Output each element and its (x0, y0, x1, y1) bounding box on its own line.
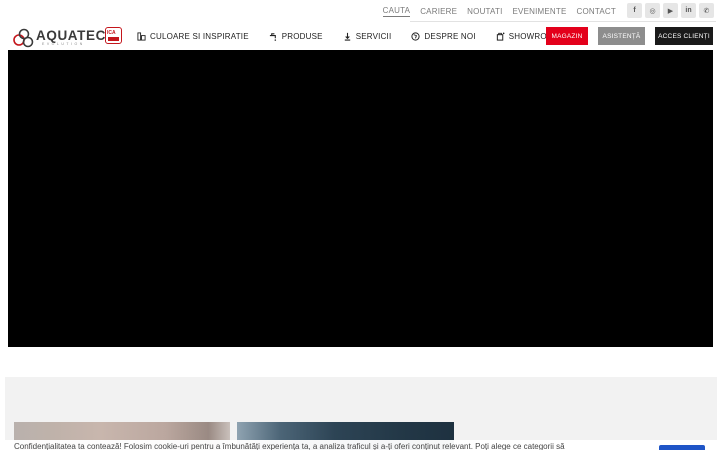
cookie-banner: Confidențialitatea ta contează! Folosim … (0, 440, 720, 450)
top-link-evenimente[interactable]: EVENIMENTE (513, 7, 567, 16)
magazin-button[interactable]: MAGAZIN (546, 27, 588, 45)
menu-item-produse[interactable]: PRODUSE (269, 23, 323, 50)
menu-label: PRODUSE (281, 32, 323, 41)
menu-item-despre-noi[interactable]: DESPRE NOI (411, 23, 476, 50)
cookie-accept-button[interactable] (659, 445, 705, 450)
social-links: f ◎ ▶ in ✆ (627, 3, 714, 18)
top-links: CAUTA CARIERE NOUTATI EVENIMENTE CONTACT (382, 0, 616, 22)
main-navbar: AQUATEC EVOLUTION ICA CULOARE SI INSPIRA… (0, 23, 720, 50)
acces-clienti-button[interactable]: ACCES CLIENȚI (655, 27, 713, 45)
facebook-icon[interactable]: f (627, 3, 642, 18)
top-utility-bar: CAUTA CARIERE NOUTATI EVENIMENTE CONTACT… (0, 0, 720, 22)
instagram-icon[interactable]: ◎ (645, 3, 660, 18)
ica-badge-text: ICA (107, 30, 116, 36)
top-divider (410, 21, 716, 22)
palette-icon (137, 32, 146, 41)
top-link-contact[interactable]: CONTACT (577, 7, 616, 16)
menu-item-servicii[interactable]: SERVICII (343, 23, 392, 50)
ica-badge-bar (108, 37, 119, 41)
cookie-text: Confidențialitatea ta contează! Folosim … (14, 442, 565, 450)
tools-icon (344, 32, 350, 41)
top-link-cariere[interactable]: CARIERE (420, 7, 457, 16)
globe-icon (411, 32, 421, 41)
top-link-cauta[interactable]: CAUTA (382, 6, 411, 17)
menu-label: CULOARE SI INSPIRATIE (150, 32, 249, 41)
linkedin-icon[interactable]: in (681, 3, 696, 18)
ica-badge: ICA (105, 27, 122, 44)
logo-rings-icon (13, 28, 34, 48)
asistenta-button[interactable]: ASISTENȚĂ (598, 27, 645, 45)
youtube-icon[interactable]: ▶ (663, 3, 678, 18)
faucet-icon (269, 33, 276, 41)
store-icon (496, 32, 505, 41)
whatsapp-icon[interactable]: ✆ (699, 3, 714, 18)
main-menu: CULOARE SI INSPIRATIE PRODUSE SERVICII D… (137, 23, 580, 50)
hero-video[interactable] (8, 50, 713, 347)
logo-wordmark: AQUATEC (36, 28, 106, 43)
menu-label: DESPRE NOI (424, 32, 476, 41)
aquatec-logo[interactable]: AQUATEC EVOLUTION ICA (12, 24, 124, 50)
top-link-noutati[interactable]: NOUTATI (467, 7, 502, 16)
menu-item-culoare[interactable]: CULOARE SI INSPIRATIE (137, 23, 249, 50)
logo-subtitle: EVOLUTION (42, 42, 85, 46)
menu-label: SERVICII (355, 32, 392, 41)
